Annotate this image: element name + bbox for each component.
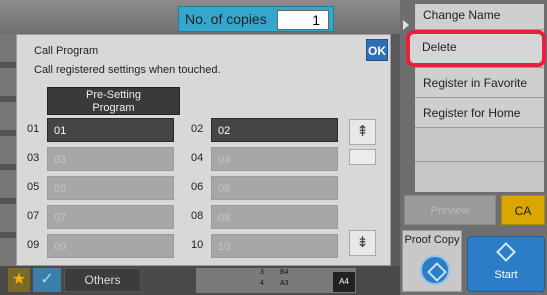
proof-copy-label: Proof Copy [404, 234, 460, 246]
program-button-09[interactable]: 09 [47, 234, 174, 258]
program-number: 06 [191, 181, 204, 193]
delete-label: Delete [422, 40, 457, 54]
program-button-04[interactable]: 04 [211, 147, 338, 171]
tray-3-number: 3 [260, 269, 264, 276]
screen: No. of copies 1 Change Name Register in … [0, 0, 547, 295]
diamond-start-icon [496, 242, 516, 262]
tray-3-size: B4 [280, 269, 289, 276]
pre-setting-program-button[interactable]: Pre-Setting Program [47, 87, 180, 115]
program-number: 03 [27, 152, 40, 164]
copies-label: No. of copies [185, 11, 267, 27]
preset-label-line2: Program [92, 102, 135, 114]
checkmark-icon[interactable]: ✓ [33, 268, 61, 292]
register-home-button[interactable]: Register for Home [415, 98, 544, 128]
program-button-03[interactable]: 03 [47, 147, 174, 171]
ok-button[interactable]: OK [366, 39, 388, 61]
tray-4-size: A3 [280, 280, 289, 287]
register-favorite-button[interactable]: Register in Favorite [415, 68, 544, 98]
scroll-down-icon[interactable]: ⇟ [349, 230, 376, 256]
copies-input[interactable]: 1 [277, 10, 329, 30]
clear-all-button[interactable]: CA [501, 195, 545, 225]
start-label: Start [494, 269, 518, 281]
dialog-subtitle: Call registered settings when touched. [34, 64, 221, 76]
program-button-10[interactable]: 10 [211, 234, 338, 258]
program-number: 08 [191, 210, 204, 222]
program-number: 01 [27, 123, 40, 135]
program-button-01[interactable]: 01 [47, 118, 174, 142]
panel-arrow-icon [403, 20, 409, 30]
dialog-title: Call Program [34, 45, 99, 57]
program-button-05[interactable]: 05 [47, 176, 174, 200]
program-button-07[interactable]: 07 [47, 205, 174, 229]
program-button-06[interactable]: 06 [211, 176, 338, 200]
preview-button[interactable]: Preview [404, 195, 496, 225]
call-program-dialog: Call Program Call registered settings wh… [16, 34, 391, 266]
action-item-empty [415, 128, 544, 162]
action-item-empty [415, 162, 544, 196]
start-button[interactable]: Start [467, 236, 545, 292]
delete-button[interactable]: Delete [406, 30, 546, 67]
preset-label-line1: Pre-Setting [85, 89, 142, 101]
program-number: 02 [191, 123, 204, 135]
program-button-08[interactable]: 08 [211, 205, 338, 229]
program-number: 04 [191, 152, 204, 164]
program-number: 09 [27, 239, 40, 251]
diamond-start-icon [420, 255, 450, 285]
program-number: 07 [27, 210, 40, 222]
selected-paper-size: A4 [333, 272, 355, 292]
program-number: 10 [191, 239, 204, 251]
proof-copy-button[interactable]: Proof Copy [402, 230, 462, 292]
change-name-button[interactable]: Change Name [415, 4, 544, 30]
star-icon[interactable]: ★ [8, 268, 30, 292]
others-button[interactable]: Others [64, 268, 141, 292]
paper-tray-panel[interactable]: 3 B4 4 A3 [196, 268, 356, 293]
scroll-up-icon[interactable]: ⇞ [349, 119, 376, 145]
copies-box: No. of copies 1 [178, 6, 334, 32]
program-number: 05 [27, 181, 40, 193]
scrollbar-thumb[interactable] [349, 149, 376, 165]
program-button-02[interactable]: 02 [211, 118, 338, 142]
tray-4-number: 4 [260, 280, 264, 287]
